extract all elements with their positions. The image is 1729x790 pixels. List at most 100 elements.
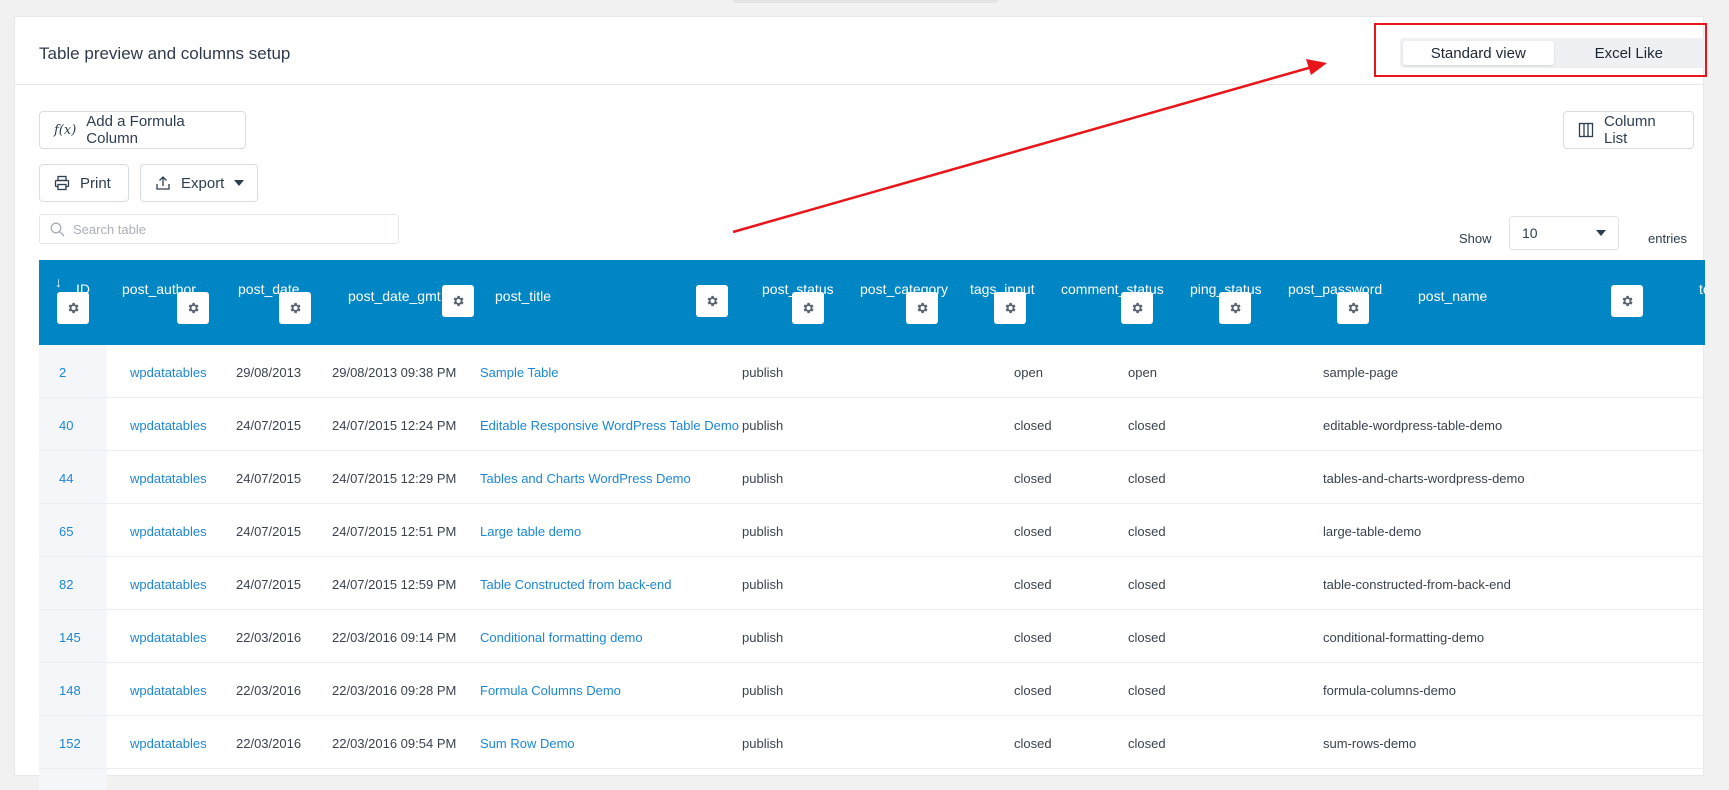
column-settings-button[interactable] bbox=[994, 292, 1026, 324]
column-settings-button[interactable] bbox=[792, 292, 824, 324]
table-row[interactable]: 2 wpdatatables 29/08/2013 29/08/2013 09:38 … bbox=[39, 345, 1705, 398]
cell-id[interactable]: 65 bbox=[59, 524, 73, 539]
column-settings-button[interactable] bbox=[1121, 292, 1153, 324]
search-input[interactable] bbox=[73, 221, 373, 237]
column-header-ping-status[interactable]: ping_status bbox=[1190, 260, 1288, 345]
column-header-post-date[interactable]: post_date bbox=[223, 260, 328, 345]
cell-id[interactable]: 40 bbox=[59, 418, 73, 433]
gear-icon bbox=[68, 302, 79, 314]
gear-icon bbox=[803, 302, 814, 314]
table-row[interactable]: 145 wpdatatables 22/03/2016 22/03/2016 09:1… bbox=[39, 610, 1705, 663]
column-settings-button[interactable] bbox=[57, 292, 89, 324]
cell-id[interactable]: 152 bbox=[59, 736, 81, 751]
cell-post-title[interactable]: Large table demo bbox=[480, 524, 581, 539]
print-label: Print bbox=[80, 174, 111, 192]
column-settings-button[interactable] bbox=[1337, 292, 1369, 324]
column-settings-button[interactable] bbox=[1611, 285, 1643, 317]
search-box bbox=[39, 214, 399, 244]
column-settings-button[interactable] bbox=[279, 292, 311, 324]
cell-post-date-gmt: 29/08/2013 09:38 PM bbox=[332, 365, 457, 380]
cell-post-name: editable-wordpress-table-demo bbox=[1323, 418, 1503, 433]
cell-post-date: 24/07/2015 bbox=[236, 418, 302, 433]
cell-post-name: table-constructed-from-back-end bbox=[1323, 577, 1511, 592]
cell-post-author[interactable]: wpdatatables bbox=[130, 418, 207, 433]
table-row[interactable]: 148 wpdatatables 22/03/2016 22/03/2016 09:2… bbox=[39, 663, 1705, 716]
cell-post-author[interactable]: wpdatatables bbox=[130, 630, 207, 645]
caret-down-icon bbox=[1596, 230, 1606, 236]
data-table: ↓ ID post_author post_date post_date_gmt post… bbox=[39, 260, 1705, 790]
column-header-to[interactable]: to bbox=[1696, 260, 1705, 345]
add-formula-column-button[interactable]: f(x) Add a Formula Column bbox=[39, 111, 246, 149]
cell-post-title[interactable]: Formula Columns Demo bbox=[480, 683, 621, 698]
gear-icon bbox=[1132, 302, 1143, 314]
cell-id[interactable]: 82 bbox=[59, 577, 73, 592]
cell-post-author[interactable]: wpdatatables bbox=[130, 365, 207, 380]
column-header-post-author[interactable]: post_author bbox=[107, 260, 223, 345]
standard-view-button[interactable]: Standard view bbox=[1403, 41, 1554, 65]
cell-ping-status: open bbox=[1128, 365, 1157, 380]
cell-post-author[interactable]: wpdatatables bbox=[130, 736, 207, 751]
cell-post-date-gmt: 24/07/2015 12:24 PM bbox=[332, 418, 457, 433]
cell-post-author[interactable]: wpdatatables bbox=[130, 577, 207, 592]
table-preview-panel: Table preview and columns setup Standard… bbox=[14, 16, 1707, 790]
add-formula-column-label: Add a Formula Column bbox=[86, 113, 185, 147]
table-row[interactable]: 65 wpdatatables 24/07/2015 24/07/2015 12:51… bbox=[39, 504, 1705, 557]
cell-post-author[interactable]: wpdatatables bbox=[130, 471, 207, 486]
column-header-id[interactable]: ↓ ID bbox=[39, 260, 107, 345]
cell-id[interactable]: 145 bbox=[59, 630, 81, 645]
cell-post-date-gmt: 22/03/2016 09:54 PM bbox=[332, 736, 457, 751]
column-header-comment-status[interactable]: comment_status bbox=[1061, 260, 1190, 345]
column-header-post-category[interactable]: post_category bbox=[860, 260, 970, 345]
cell-post-author[interactable]: wpdatatables bbox=[130, 683, 207, 698]
cell-id[interactable]: 148 bbox=[59, 683, 81, 698]
cell-post-date: 22/03/2016 bbox=[236, 683, 302, 698]
cell-post-title[interactable]: Table Constructed from back-end bbox=[480, 577, 671, 592]
cell-post-name: large-table-demo bbox=[1323, 524, 1422, 539]
gear-icon bbox=[707, 295, 718, 307]
cell-ping-status: closed bbox=[1128, 524, 1166, 539]
cell-comment-status: closed bbox=[1014, 683, 1052, 698]
gear-icon bbox=[1348, 302, 1359, 314]
column-header-post-title[interactable]: post_title bbox=[480, 260, 762, 345]
cell-id[interactable]: 44 bbox=[59, 471, 73, 486]
cell-post-title[interactable]: Editable Responsive WordPress Table Demo bbox=[480, 418, 739, 433]
column-settings-button[interactable] bbox=[442, 285, 474, 317]
table-row[interactable]: 152 wpdatatables 22/03/2016 22/03/2016 09:5… bbox=[39, 716, 1705, 769]
cell-id[interactable]: 2 bbox=[59, 365, 66, 380]
cell-post-name: sample-page bbox=[1323, 365, 1399, 380]
caret-down-icon bbox=[234, 180, 245, 186]
table-row[interactable]: 82 wpdatatables 24/07/2015 24/07/2015 12:59… bbox=[39, 557, 1705, 610]
column-header-post-password[interactable]: post_password bbox=[1288, 260, 1418, 345]
column-header-post-status[interactable]: post_status bbox=[762, 260, 860, 345]
print-button[interactable]: Print bbox=[39, 164, 129, 202]
cell-post-title[interactable]: Sample Table bbox=[480, 365, 559, 380]
entries-select[interactable]: 10 bbox=[1509, 216, 1619, 250]
excel-like-button[interactable]: Excel Like bbox=[1554, 41, 1705, 65]
export-button[interactable]: Export bbox=[140, 164, 258, 202]
search-icon bbox=[50, 222, 65, 236]
column-settings-button[interactable] bbox=[696, 285, 728, 317]
top-bar-tab bbox=[733, 0, 998, 3]
cell-post-date-gmt: 24/07/2015 12:29 PM bbox=[332, 471, 457, 486]
cell-post-title[interactable]: Tables and Charts WordPress Demo bbox=[480, 471, 691, 486]
cell-post-title[interactable]: Sum Row Demo bbox=[480, 736, 575, 751]
column-settings-button[interactable] bbox=[906, 292, 938, 324]
column-settings-button[interactable] bbox=[1219, 292, 1251, 324]
table-row[interactable]: 44 wpdatatables 24/07/2015 24/07/2015 12:29… bbox=[39, 451, 1705, 504]
column-header-label: post_title bbox=[495, 288, 552, 304]
cell-post-date-gmt: 24/07/2015 12:59 PM bbox=[332, 577, 457, 592]
table-row[interactable]: 40 wpdatatables 24/07/2015 24/07/2015 12:24… bbox=[39, 398, 1705, 451]
column-list-button[interactable]: Column List bbox=[1563, 111, 1694, 149]
cell-post-title[interactable]: Conditional formatting demo bbox=[480, 630, 643, 645]
column-settings-button[interactable] bbox=[177, 292, 209, 324]
cell-post-status: publish bbox=[742, 418, 784, 433]
entries-value: 10 bbox=[1522, 225, 1538, 241]
column-header-post-name[interactable]: post_name bbox=[1418, 260, 1705, 345]
panel-title: Table preview and columns setup bbox=[39, 44, 291, 63]
cell-post-date: 24/07/2015 bbox=[236, 524, 302, 539]
cell-post-date: 24/07/2015 bbox=[236, 471, 302, 486]
column-header-tags-input[interactable]: tags_input bbox=[970, 260, 1061, 345]
cell-post-author[interactable]: wpdatatables bbox=[130, 524, 207, 539]
column-header-label: post_date_gmt bbox=[348, 288, 441, 304]
column-header-post-date-gmt[interactable]: post_date_gmt bbox=[328, 260, 480, 345]
